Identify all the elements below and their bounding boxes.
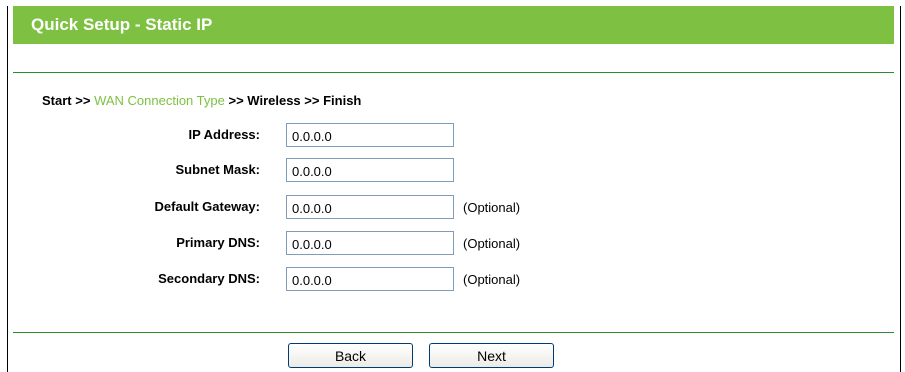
page-title: Quick Setup - Static IP	[31, 15, 213, 34]
back-button[interactable]: Back	[288, 343, 413, 368]
breadcrumb-link-wan-connection-type[interactable]: WAN Connection Type	[94, 93, 225, 108]
quick-setup-panel: Quick Setup - Static IP Start >> WAN Con…	[7, 6, 901, 372]
default-gateway-optional-note: (Optional)	[463, 200, 521, 215]
title-bar: Quick Setup - Static IP	[13, 6, 894, 44]
form-row-subnet-mask: Subnet Mask:	[8, 158, 888, 182]
breadcrumb-separator: >>	[75, 93, 91, 108]
subnet-mask-input[interactable]	[286, 158, 454, 182]
secondary-dns-label: Secondary DNS:	[158, 271, 260, 286]
ip-address-input[interactable]	[286, 123, 454, 147]
subnet-mask-label: Subnet Mask:	[175, 162, 260, 177]
breadcrumb-finish: Finish	[323, 93, 362, 108]
breadcrumb-start: Start	[42, 93, 72, 108]
form-row-ip-address: IP Address:	[8, 123, 888, 147]
breadcrumb-separator: >>	[304, 93, 320, 108]
form-row-default-gateway: Default Gateway: (Optional)	[8, 195, 888, 219]
secondary-dns-input[interactable]	[286, 267, 454, 291]
next-button[interactable]: Next	[429, 343, 554, 368]
divider-top	[13, 72, 894, 73]
divider-bottom	[13, 332, 894, 333]
default-gateway-label: Default Gateway:	[154, 199, 260, 214]
breadcrumb: Start >> WAN Connection Type >> Wireless…	[42, 93, 361, 108]
form-row-secondary-dns: Secondary DNS: (Optional)	[8, 267, 888, 291]
default-gateway-input[interactable]	[286, 195, 454, 219]
primary-dns-optional-note: (Optional)	[463, 236, 521, 251]
breadcrumb-wireless: Wireless	[247, 93, 301, 108]
primary-dns-input[interactable]	[286, 231, 454, 255]
primary-dns-label: Primary DNS:	[176, 235, 260, 250]
breadcrumb-separator: >>	[228, 93, 244, 108]
secondary-dns-optional-note: (Optional)	[463, 272, 521, 287]
ip-address-label: IP Address:	[188, 127, 260, 142]
form-row-primary-dns: Primary DNS: (Optional)	[8, 231, 888, 255]
